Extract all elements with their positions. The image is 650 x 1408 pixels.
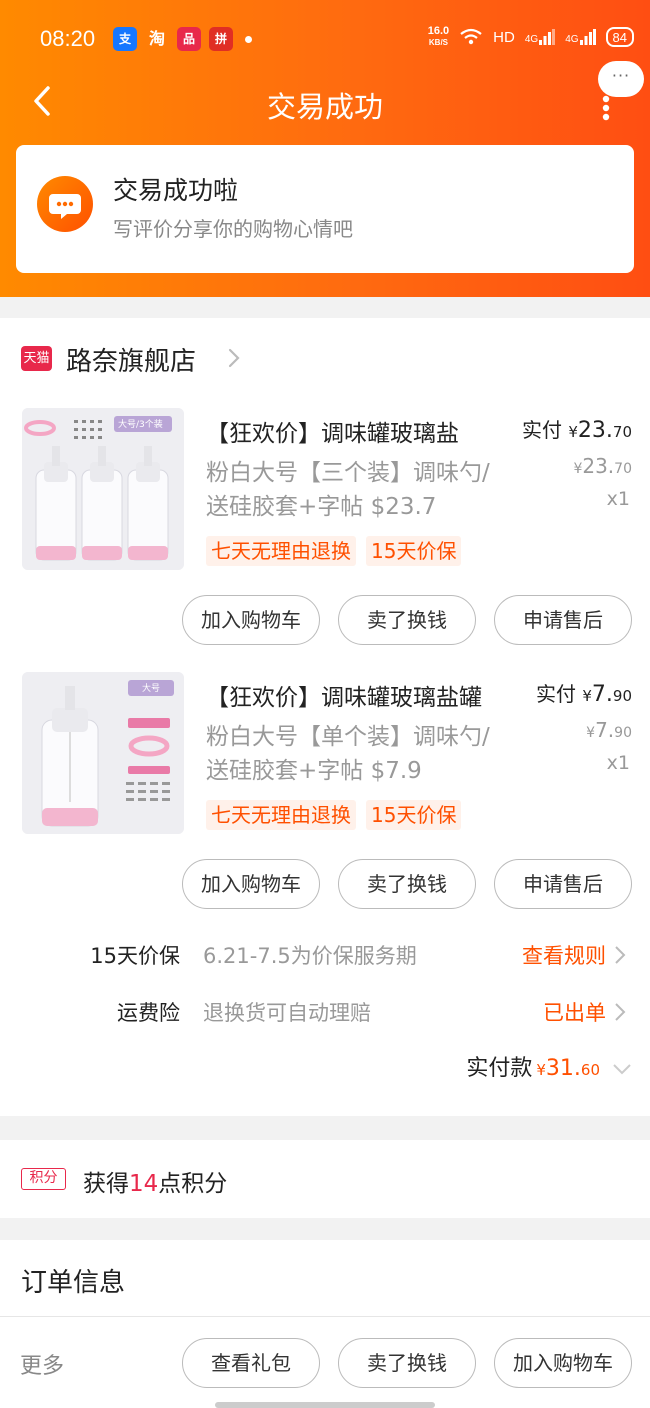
total-label: 实付款 xyxy=(466,1056,533,1081)
order-info-card: 订单信息 更多 查看礼包 卖了换钱 加入购物车 xyxy=(0,1240,650,1408)
message-bubble-icon[interactable]: ··· xyxy=(598,61,644,97)
tag-price-protect: 15天价保 xyxy=(366,800,462,830)
after-sales-button[interactable]: 申请售后 xyxy=(494,595,632,645)
add-to-cart-button[interactable]: 加入购物车 xyxy=(494,1338,632,1388)
thumb-label: 大号/3个装 xyxy=(118,420,163,430)
product-actions: 加入购物车 卖了换钱 申请售后 xyxy=(182,859,632,909)
success-title: 交易成功啦 xyxy=(113,176,239,205)
status-time: 08:20 xyxy=(40,26,96,51)
product-original-price: ¥7.90 xyxy=(586,718,632,742)
resell-button[interactable]: 卖了换钱 xyxy=(338,1338,476,1388)
net-speed: 16.0 KB/S xyxy=(427,25,450,48)
signal-icon-1: 4G xyxy=(525,29,556,45)
chevron-right-icon[interactable] xyxy=(614,1001,626,1023)
product-actions: 加入购物车 卖了换钱 申请售后 xyxy=(182,595,632,645)
success-card[interactable]: 交易成功啦 写评价分享你的购物心情吧 xyxy=(16,145,634,273)
store-name[interactable]: 路奈旗舰店 xyxy=(66,341,196,378)
points-text: 获得14点积分 xyxy=(83,1171,228,1197)
product-thumbnail[interactable]: 大号/3个装 xyxy=(22,408,184,570)
shipping-insurance-row[interactable]: 运费险 退换货可自动理赔 已出单 xyxy=(0,997,650,1037)
tmall-badge-icon: 天猫 xyxy=(21,346,52,371)
after-sales-button[interactable]: 申请售后 xyxy=(494,859,632,909)
points-card: 积分 获得14点积分 xyxy=(0,1140,650,1218)
add-to-cart-button[interactable]: 加入购物车 xyxy=(182,595,320,645)
chevron-down-icon[interactable] xyxy=(612,1063,632,1075)
chat-bubble-icon xyxy=(37,176,93,232)
service-tags: 七天无理由退换 15天价保 xyxy=(206,536,462,566)
order-info-title: 订单信息 xyxy=(21,1268,126,1298)
chevron-right-icon[interactable] xyxy=(614,944,626,966)
view-rules-link[interactable]: 查看规则 xyxy=(522,940,606,970)
add-to-cart-button[interactable]: 加入购物车 xyxy=(182,859,320,909)
hd-indicator: HD xyxy=(493,28,515,46)
store-card: 天猫 路奈旗舰店 大号/3个装 【狂欢价】调味罐玻璃盐 粉白大号【三个装】调味勺… xyxy=(0,318,650,1116)
product-quantity: x1 xyxy=(606,488,630,510)
product-item[interactable]: 大号 【狂欢价】调味罐玻璃盐罐 粉白大号【单个装】调味勺/送硅胶套+字帖 $7.… xyxy=(0,672,650,909)
divider xyxy=(0,1316,650,1317)
price-protect-label: 15天价保 xyxy=(90,944,180,968)
shipping-insurance-label: 运费险 xyxy=(117,1001,180,1025)
app-icon-4: 拼 xyxy=(209,27,233,51)
product-paid-price: 实付 ¥23.70 xyxy=(522,418,632,443)
status-right: 16.0 KB/S HD 4G 4G 84 xyxy=(428,26,634,48)
chevron-right-icon[interactable] xyxy=(226,346,242,370)
signal-icon-2: 4G xyxy=(565,29,596,45)
product-quantity: x1 xyxy=(606,752,630,774)
product-original-price: ¥23.70 xyxy=(573,454,632,478)
points-count: 14 xyxy=(129,1171,159,1197)
product-title[interactable]: 【狂欢价】调味罐玻璃盐 xyxy=(206,414,459,448)
status-bar: 08:20 支 淘 品 拼 16.0 KB/S HD 4G 4G 84 xyxy=(0,0,650,80)
more-menu-icon[interactable] xyxy=(602,95,610,121)
product-spec: 粉白大号【单个装】调味勺/送硅胶套+字帖 $7.9 xyxy=(206,724,490,784)
price-protect-period: 6.21-7.5为价保服务期 xyxy=(203,944,417,968)
success-subtitle: 写评价分享你的购物心情吧 xyxy=(113,217,353,241)
page-title: 交易成功 xyxy=(266,90,383,124)
product-thumbnail[interactable]: 大号 xyxy=(22,672,184,834)
tag-return: 七天无理由退换 xyxy=(206,800,356,830)
thumb-label: 大号 xyxy=(142,684,161,694)
product-paid-price: 实付 ¥7.90 xyxy=(536,682,632,707)
status-app-icons: 支 淘 品 拼 xyxy=(113,27,252,51)
tag-return: 七天无理由退换 xyxy=(206,536,356,566)
price-protect-row[interactable]: 15天价保 6.21-7.5为价保服务期 查看规则 xyxy=(0,940,650,980)
shipping-insurance-desc: 退换货可自动理赔 xyxy=(203,1001,371,1025)
points-badge-icon: 积分 xyxy=(21,1168,66,1190)
resell-button[interactable]: 卖了换钱 xyxy=(338,859,476,909)
total-amount: 31. xyxy=(545,1056,581,1081)
order-actions: 查看礼包 卖了换钱 加入购物车 xyxy=(182,1338,632,1388)
home-indicator[interactable] xyxy=(215,1402,435,1408)
view-gift-button[interactable]: 查看礼包 xyxy=(182,1338,320,1388)
alipay-app-icon: 支 xyxy=(113,27,137,51)
product-item[interactable]: 大号/3个装 【狂欢价】调味罐玻璃盐 粉白大号【三个装】调味勺/送硅胶套+字帖 … xyxy=(0,408,650,645)
tag-price-protect: 15天价保 xyxy=(366,536,462,566)
more-menu-button[interactable]: 更多 xyxy=(20,1348,64,1380)
battery-indicator: 84 xyxy=(605,27,634,47)
wifi-icon xyxy=(460,28,482,45)
service-tags: 七天无理由退换 15天价保 xyxy=(206,800,462,830)
total-paid[interactable]: 实付款 ¥ 31. 60 xyxy=(466,1050,632,1082)
product-spec: 粉白大号【三个装】调味勺/送硅胶套+字帖 $23.7 xyxy=(206,460,490,520)
insurance-status-link[interactable]: 已出单 xyxy=(543,997,606,1027)
notification-dot-icon xyxy=(245,35,252,43)
resell-button[interactable]: 卖了换钱 xyxy=(338,595,476,645)
taobao-app-icon: 淘 xyxy=(148,29,165,48)
product-title[interactable]: 【狂欢价】调味罐玻璃盐罐 xyxy=(206,678,482,712)
app-icon-3: 品 xyxy=(177,27,201,51)
